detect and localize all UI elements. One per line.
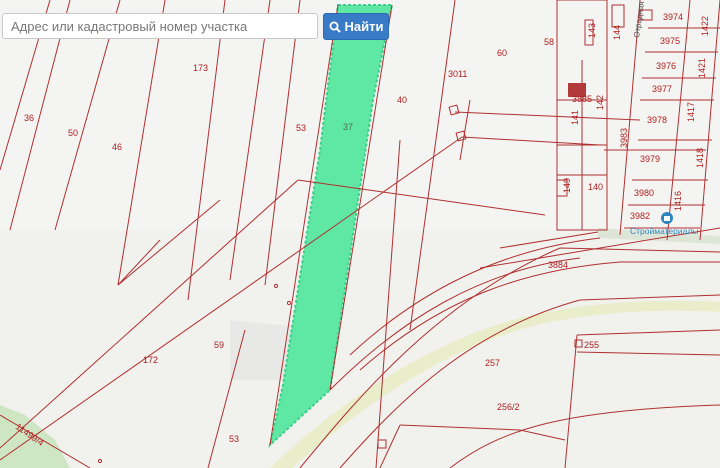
parcel-label: 142 [595, 95, 605, 110]
cadastral-map[interactable]: 173 36 50 46 53 37 40 60 58 3011 143 144… [0, 0, 720, 468]
parcel-label: 1416 [673, 191, 683, 211]
parcel-label: 3976 [656, 61, 676, 71]
parcel-label: 50 [68, 128, 78, 138]
parcel-label: 257 [485, 358, 500, 368]
parcel-label: 149 [562, 178, 572, 193]
poi-label: Стройматериалы [630, 226, 698, 236]
parcel-label: 59 [214, 340, 224, 350]
parcel-label: 3982 [630, 211, 650, 221]
parcel-label: 36 [24, 113, 34, 123]
parcel-label: 3884 [548, 260, 568, 270]
parcel-label: 172 [143, 355, 158, 365]
parcel-label: 1421 [697, 58, 707, 78]
parcel-label: 53 [229, 434, 239, 444]
search-input[interactable] [3, 14, 317, 38]
parcel-label: 173 [193, 63, 208, 73]
parcel-label: 256/2 [497, 402, 520, 412]
parcel-label: 3975 [660, 36, 680, 46]
parcel-label: 3980 [634, 188, 654, 198]
parcel-label: 140 [588, 182, 603, 192]
search-icon [329, 21, 341, 33]
parcel-label: 3977 [652, 84, 672, 94]
parcel-label: 143 [587, 23, 597, 38]
parcel-label: 3974 [663, 12, 683, 22]
parcel-label: 1422 [700, 16, 710, 36]
parcel-label: 3979 [640, 154, 660, 164]
parcel-label: 1418 [695, 148, 705, 168]
search-button-label: Найти [344, 19, 384, 34]
search-box [2, 13, 318, 39]
parcel-label: 40 [397, 95, 407, 105]
search-button[interactable]: Найти [323, 13, 389, 40]
parcel-label: 53 [296, 123, 306, 133]
parcel-label: 1417 [686, 102, 696, 122]
parcel-label: 60 [497, 48, 507, 58]
parcel-label: 144 [612, 25, 622, 40]
parcel-label: 3983 [619, 128, 629, 148]
parcel-label: 3978 [647, 115, 667, 125]
parcel-label: 46 [112, 142, 122, 152]
parcel-label: 58 [544, 37, 554, 47]
parcel-label: 3885 [572, 94, 592, 104]
parcel-label: 141 [570, 110, 580, 125]
parcel-label-highlighted: 37 [343, 122, 353, 132]
parcel-label: 255 [584, 340, 599, 350]
parcel-label: 3011 [448, 69, 467, 79]
